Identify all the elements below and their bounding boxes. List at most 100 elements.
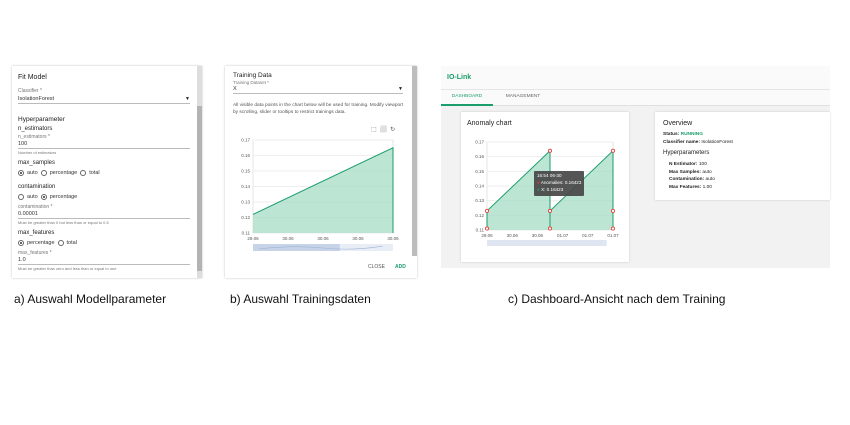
- y-tick-label: 0.16: [475, 154, 484, 159]
- add-button[interactable]: ADD: [395, 264, 406, 270]
- max-features-total-radio[interactable]: [57, 240, 64, 246]
- hyperparameters-title: Hyperparameters: [663, 150, 710, 156]
- panel-b-scrollbar[interactable]: [412, 66, 417, 256]
- hyper-label: Max Samples:: [669, 169, 701, 175]
- hyper-label: N Estimator:: [669, 162, 698, 167]
- y-tick-label: 0.17: [475, 140, 484, 145]
- classifier-name-label: Classifier name:: [663, 140, 701, 145]
- app-title: IO-Link: [447, 74, 472, 81]
- max-features-field[interactable]: max_features * 1.0 Must be greater than …: [18, 250, 190, 271]
- anomaly-point: [548, 226, 553, 231]
- contamination-percentage-radio[interactable]: [40, 194, 47, 200]
- x-tick-label: 30.06: [352, 236, 364, 241]
- chart-toolbar: ⬚ ⬜ ↻: [371, 126, 395, 133]
- zoom-reset-icon[interactable]: ⬜: [380, 126, 387, 133]
- close-button[interactable]: CLOSE: [368, 264, 385, 270]
- tooltip-time: 16:54 06-30: [537, 173, 562, 178]
- chevron-down-icon: ▼: [185, 96, 190, 102]
- contamination-auto-radio[interactable]: [18, 194, 24, 200]
- hyper-value: 1.00: [702, 184, 712, 190]
- max-features-helper: Must be greater than zero and less than …: [18, 266, 117, 271]
- tab-bar: DASHBOARD MANAGEMENT: [441, 90, 830, 106]
- training-dataset-select[interactable]: Training Dataset * X ▼: [233, 80, 403, 94]
- max-features-radio-group: percentage total: [18, 238, 77, 248]
- status-row: Status: RUNNING: [663, 132, 703, 137]
- status-label: Status:: [663, 132, 680, 137]
- classifier-value: IsolationForest: [18, 96, 55, 102]
- max-features-total-label: total: [66, 240, 77, 246]
- n-estimators-value: 100: [18, 140, 190, 149]
- contamination-helper: Must be greater than 0 but less than or …: [18, 220, 109, 225]
- hyper-value: auto: [702, 169, 712, 175]
- y-tick-label: 0.14: [475, 184, 484, 189]
- classifier-name-value: IsolationForest: [701, 140, 733, 145]
- overview-title: Overview: [663, 120, 693, 127]
- max-features-name: max_features: [18, 230, 55, 236]
- training-data-description: All visible data points in the chart bel…: [233, 103, 404, 115]
- caption-c: c) Dashboard-Ansicht nach dem Training: [508, 292, 726, 306]
- anomaly-point: [548, 208, 553, 213]
- y-tick-label: 0.13: [241, 200, 250, 205]
- tab-management[interactable]: MANAGEMENT: [493, 90, 553, 106]
- y-tick-label: 0.15: [241, 169, 250, 174]
- panel-a-scrollbar-thumb[interactable]: [197, 106, 202, 271]
- hyper-row: Max Features: 1.00: [669, 184, 715, 192]
- n-estimators-field[interactable]: n_estimators * 100 Number of estimators: [18, 134, 190, 155]
- hyperparameter-heading: Hyperparameter: [18, 116, 65, 123]
- zoom-select-icon[interactable]: ⬚: [371, 126, 377, 133]
- contamination-auto-label: auto: [27, 194, 38, 200]
- max-features-percentage-radio[interactable]: [18, 240, 24, 246]
- hyper-label: Contamination:: [669, 177, 705, 182]
- fit-model-title: Fit Model: [18, 74, 47, 81]
- n-estimators-helper: Number of estimators: [18, 150, 57, 155]
- hyper-value: auto: [705, 177, 715, 182]
- max-features-value: 1.0: [18, 256, 190, 265]
- training-data-chart[interactable]: 0.17 0.16 0.15 0.14 0.13 0.12 0.1129.06 30.06 30…: [231, 134, 403, 262]
- contamination-name: contamination: [18, 184, 56, 190]
- y-tick-label: 0.12: [475, 213, 484, 218]
- caption-b: b) Auswahl Trainingsdaten: [230, 292, 371, 306]
- tab-dashboard[interactable]: DASHBOARD: [441, 90, 493, 106]
- y-tick-label: 0.11: [476, 228, 485, 233]
- max-samples-radio-group: auto percentage total: [18, 168, 100, 178]
- max-samples-percentage-radio[interactable]: [40, 170, 47, 176]
- hyper-row: Contamination: auto: [669, 176, 715, 184]
- max-samples-auto-radio[interactable]: [18, 170, 24, 176]
- x-tick-label: 30.06: [387, 236, 399, 241]
- restore-icon[interactable]: ↻: [390, 126, 395, 133]
- x-tick-label: 01.07: [582, 233, 594, 238]
- hyper-label: Max Features:: [669, 184, 702, 190]
- caption-a: a) Auswahl Modellparameter: [14, 292, 167, 306]
- contamination-percentage-label: percentage: [49, 194, 78, 200]
- max-samples-name: max_samples: [18, 160, 56, 166]
- anomaly-point: [610, 226, 615, 231]
- anomaly-point: [484, 226, 489, 231]
- dashboard-panel: IO-Link DASHBOARD MANAGEMENT Anomaly cha…: [441, 66, 830, 268]
- y-tick-label: 0.11: [242, 231, 251, 236]
- chevron-down-icon: ▼: [398, 86, 403, 92]
- hyperparameter-list: N Estimator: 100 Max Samples: auto Conta…: [669, 161, 715, 191]
- fit-model-panel: Fit Model Classifier * IsolationForest ▼…: [12, 66, 202, 278]
- series-dot-icon: ●: [537, 186, 540, 192]
- tooltip-x: X: 0.16423: [541, 186, 564, 192]
- y-tick-label: 0.14: [241, 184, 250, 189]
- tooltip-anomalies: Anomalies: 0.16423: [540, 179, 582, 185]
- y-tick-label: 0.13: [475, 198, 484, 203]
- max-samples-percentage-label: percentage: [49, 170, 78, 176]
- training-data-title: Training Data: [233, 72, 272, 79]
- classifier-row: Classifier name: IsolationForest: [663, 140, 733, 145]
- classifier-select[interactable]: Classifier * IsolationForest ▼: [18, 88, 190, 104]
- contamination-field[interactable]: contamination * 0.00001 Must be greater …: [18, 204, 190, 225]
- anomaly-point: [548, 148, 553, 153]
- hyper-row: Max Samples: auto: [669, 169, 715, 177]
- range-slider-track: [487, 240, 607, 246]
- max-samples-total-radio[interactable]: [80, 170, 87, 176]
- y-tick-label: 0.12: [241, 215, 250, 220]
- training-data-panel: Training Data Training Dataset * X ▼ All…: [225, 66, 417, 278]
- y-tick-label: 0.15: [475, 169, 484, 174]
- anomaly-point: [484, 208, 489, 213]
- x-tick-label: 30.06: [507, 233, 519, 238]
- n-estimators-name: n_estimators: [18, 126, 53, 132]
- y-tick-label: 0.17: [241, 138, 250, 143]
- x-tick-label: 30.06: [532, 233, 544, 238]
